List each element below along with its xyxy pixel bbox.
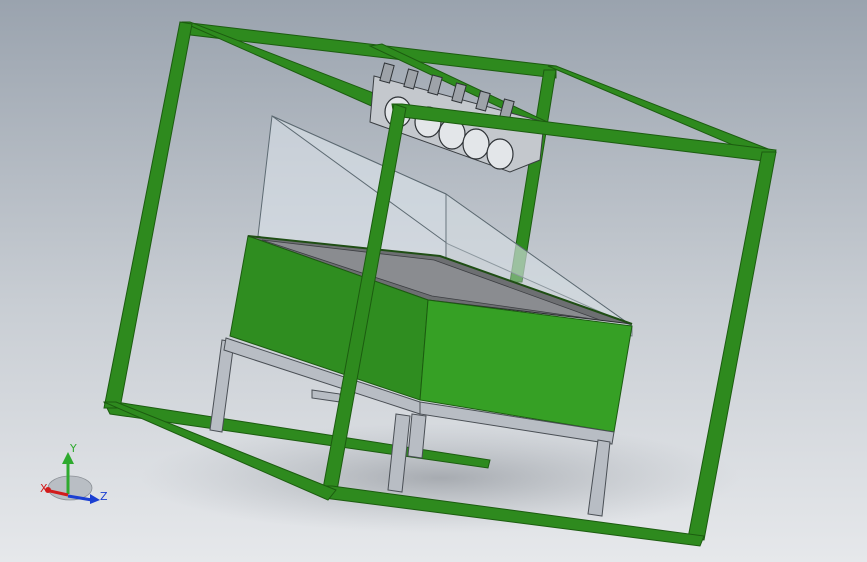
z-axis-arrow: [90, 494, 100, 504]
y-axis-label: Y: [69, 442, 77, 455]
ground-shadow: [140, 423, 740, 533]
cad-viewport[interactable]: X Y Z: [0, 0, 867, 562]
x-axis-label: X: [40, 482, 48, 495]
tank[interactable]: [229, 235, 633, 433]
z-axis-label: Z: [100, 490, 108, 503]
frame-left-post[interactable]: [103, 21, 193, 409]
coordinate-triad-icon: X Y Z: [40, 442, 108, 504]
model-scene[interactable]: [0, 0, 867, 562]
